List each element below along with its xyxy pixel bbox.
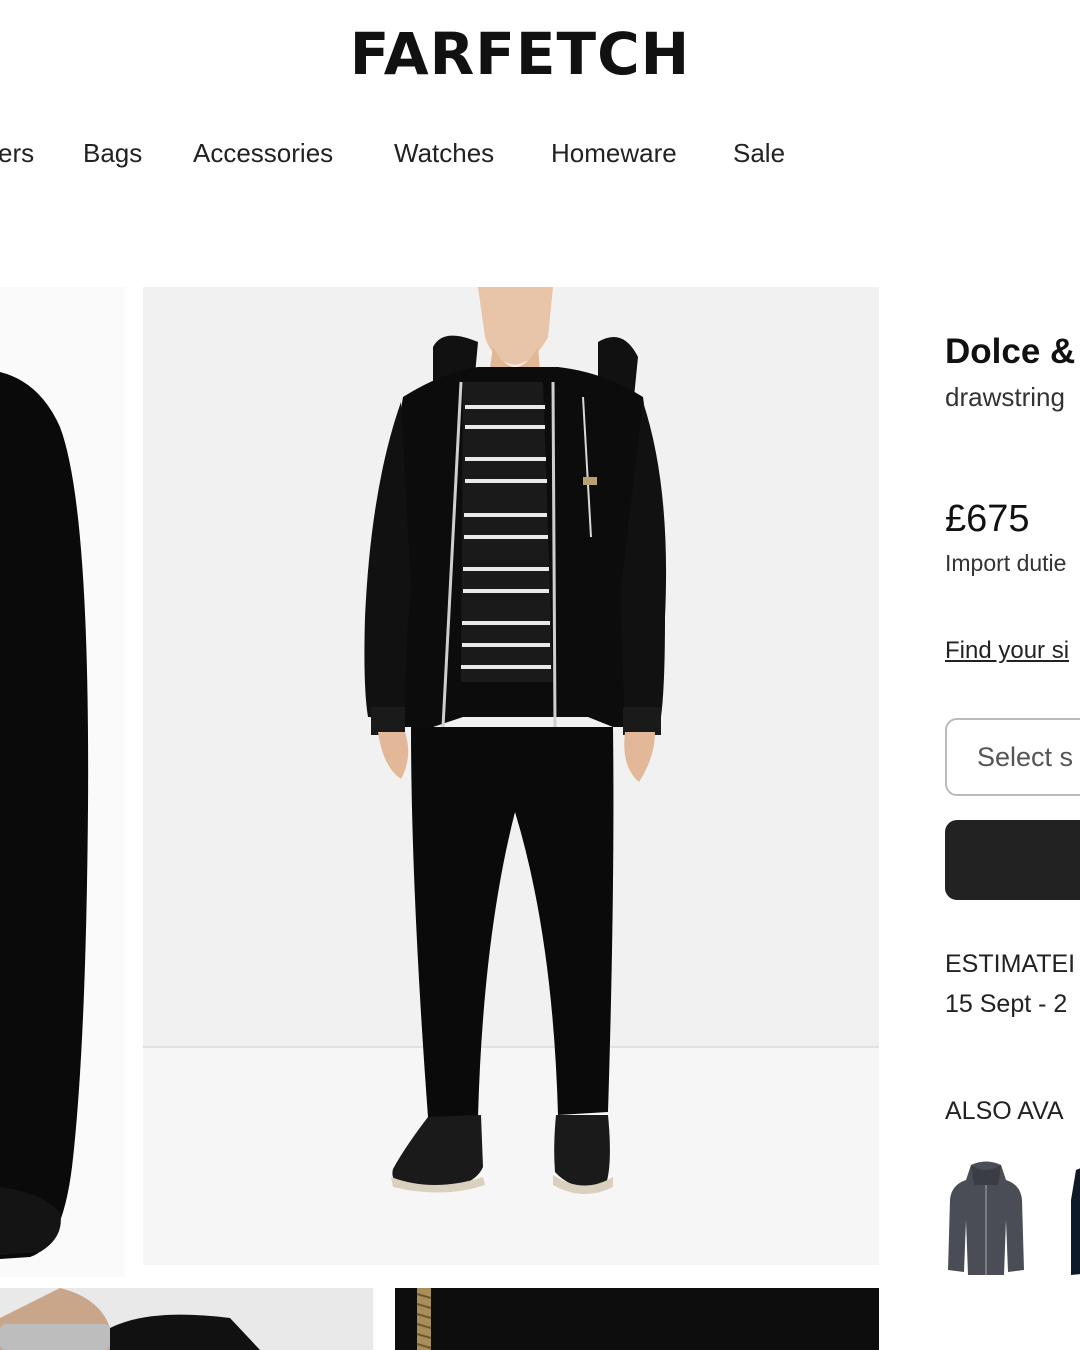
product-image-previous[interactable] (0, 287, 125, 1277)
add-to-bag-button[interactable] (945, 820, 1080, 900)
estimated-delivery-label: ESTIMATEI (945, 950, 1076, 978)
nav-item-bags[interactable]: Bags (83, 138, 142, 169)
product-brand[interactable]: Dolce & (945, 332, 1075, 372)
product-thumbnail-detail-neck[interactable] (0, 1288, 373, 1350)
import-duties-note: Import dutie (945, 550, 1067, 576)
page: FARFETCH ers Bags Accessories Watches Ho… (0, 0, 1080, 1350)
size-guide-link[interactable]: Find your si (945, 637, 1069, 665)
product-description: drawstring (945, 382, 1065, 412)
also-available-black-hoodie[interactable] (1066, 1160, 1080, 1280)
product-thumbnail-detail-zip[interactable] (395, 1288, 879, 1350)
nav-item-watches[interactable]: Watches (394, 138, 494, 169)
also-available-label: ALSO AVA (945, 1097, 1064, 1125)
size-select-dropdown[interactable]: Select s (945, 718, 1080, 796)
nav-item-partial[interactable]: ers (0, 138, 34, 169)
estimated-delivery-dates: 15 Sept - 2 (945, 990, 1068, 1018)
product-image-main[interactable] (143, 287, 879, 1265)
also-available-grey-hoodie[interactable] (946, 1160, 1026, 1280)
farfetch-logo[interactable]: FARFETCH (0, 20, 1040, 88)
nav-item-homeware[interactable]: Homeware (551, 138, 677, 169)
nav-item-accessories[interactable]: Accessories (193, 138, 333, 169)
nav-item-sale[interactable]: Sale (733, 138, 785, 169)
product-price: £675 (945, 498, 1030, 540)
